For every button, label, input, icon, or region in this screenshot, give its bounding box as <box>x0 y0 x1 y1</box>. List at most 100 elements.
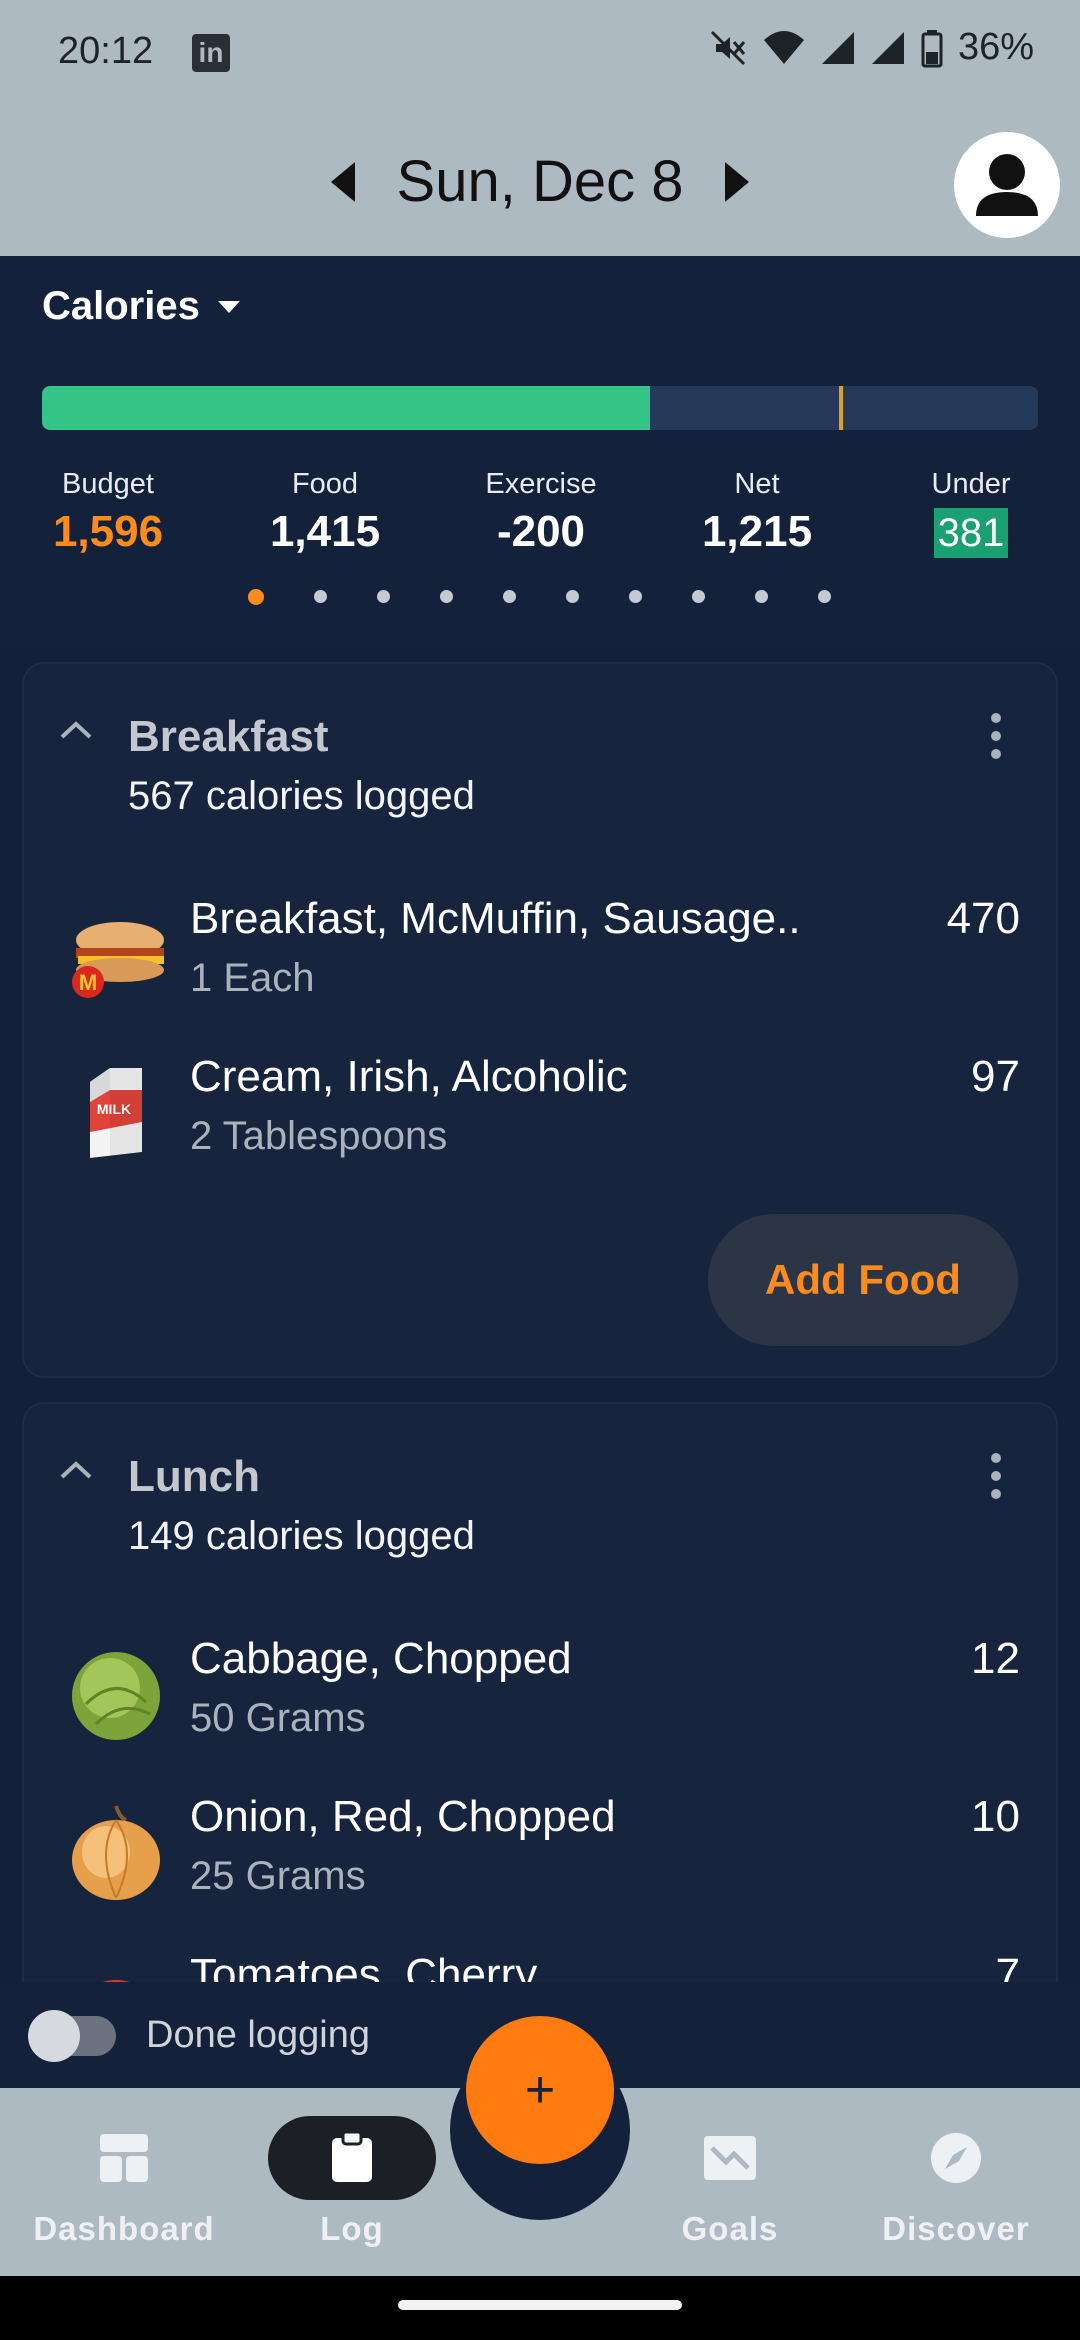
dropdown-arrow-icon <box>217 300 240 313</box>
stat-food: Food 1,415 <box>250 468 400 557</box>
done-logging-label: Done logging <box>146 2014 370 2056</box>
previous-day-button[interactable] <box>325 160 365 204</box>
page-dot[interactable] <box>440 590 453 603</box>
page-dot[interactable] <box>503 590 516 603</box>
food-calories: 470 <box>946 894 1020 943</box>
metric-dropdown[interactable]: Calories <box>42 284 242 329</box>
food-serving: 25 Grams <box>190 1854 366 1898</box>
svg-text:M: M <box>79 970 97 995</box>
more-options-icon[interactable] <box>988 1452 1004 1500</box>
nav-dashboard-label: Dashboard <box>33 2210 215 2247</box>
page-dot[interactable] <box>377 590 390 603</box>
stat-food-label: Food <box>291 468 359 500</box>
food-item[interactable]: Cabbage, Chopped 50 Grams 12 <box>24 1634 1060 1764</box>
nav-dashboard[interactable]: Dashboard <box>24 2128 224 2248</box>
status-bar: 20:12 in 36% <box>0 0 1080 110</box>
food-calories: 97 <box>971 1052 1020 1101</box>
tomato-icon <box>102 1980 130 1982</box>
home-gesture-handle[interactable] <box>398 2300 682 2310</box>
goals-icon <box>704 2136 756 2180</box>
profile-avatar[interactable] <box>954 132 1060 238</box>
status-icons: 36% <box>708 26 1034 69</box>
calorie-progress-bar <box>42 386 1038 430</box>
page-dot[interactable] <box>755 590 768 603</box>
food-item[interactable]: M Breakfast, McMuffin, Sausage.. 1 Each … <box>24 894 1060 1024</box>
stat-budget-value: 1,596 <box>52 507 164 556</box>
gesture-bar <box>0 2276 1080 2340</box>
food-name: Onion, Red, Chopped <box>190 1792 616 1841</box>
stat-net-label: Net <box>734 468 780 500</box>
linkedin-icon: in <box>192 34 230 72</box>
calorie-summary: Calories Budget 1,596 Food 1,415 Exercis… <box>0 256 1080 646</box>
page-dot[interactable] <box>248 589 264 605</box>
food-item[interactable]: Tomatoes, Cherry 7 <box>24 1950 1060 1982</box>
food-serving: 2 Tablespoons <box>190 1114 448 1158</box>
calorie-stats[interactable]: Budget 1,596 Food 1,415 Exercise -200 Ne… <box>0 468 1080 568</box>
food-name: Cream, Irish, Alcoholic <box>190 1052 628 1101</box>
compass-icon <box>931 2133 981 2183</box>
nav-discover[interactable]: Discover <box>856 2128 1056 2248</box>
progress-fill <box>42 386 650 430</box>
stat-net: Net 1,215 <box>682 468 832 557</box>
stat-under-label: Under <box>931 468 1011 500</box>
collapse-chevron-icon[interactable] <box>58 1460 94 1480</box>
meal-title: Lunch <box>128 1452 260 1501</box>
toggle-knob <box>28 2010 80 2062</box>
battery-icon <box>921 29 943 67</box>
nav-goals[interactable]: Goals <box>630 2128 830 2248</box>
nav-log[interactable]: Log <box>252 2116 452 2248</box>
date-header: Sun, Dec 8 <box>0 110 1080 256</box>
nav-log-active-pill <box>268 2116 436 2200</box>
nav-log-label: Log <box>320 2210 384 2247</box>
nav-goals-label: Goals <box>681 2210 779 2247</box>
add-entry-fab[interactable]: + <box>466 2016 614 2164</box>
food-calories: 7 <box>995 1950 1020 1982</box>
stat-budget-label: Budget <box>62 468 154 500</box>
food-item[interactable]: MILK Cream, Irish, Alcoholic 2 Tablespoo… <box>24 1052 1060 1182</box>
meal-card-breakfast: Breakfast 567 calories logged M Breakfas… <box>22 662 1058 1378</box>
clipboard-icon <box>332 2132 372 2182</box>
stat-net-value: 1,215 <box>701 507 813 556</box>
done-logging-toggle[interactable] <box>28 2010 116 2062</box>
food-calories: 12 <box>971 1634 1020 1683</box>
dashboard-icon <box>100 2134 148 2182</box>
stat-exercise-label: Exercise <box>485 468 597 500</box>
food-item[interactable]: Onion, Red, Chopped 25 Grams 10 <box>24 1792 1060 1922</box>
date-title[interactable]: Sun, Dec 8 <box>380 148 700 215</box>
onion-icon <box>72 1805 160 1900</box>
page-dot[interactable] <box>314 590 327 603</box>
status-time: 20:12 <box>58 30 154 72</box>
wifi-icon <box>763 30 804 64</box>
nav-discover-label: Discover <box>882 2210 1030 2247</box>
stat-budget: Budget 1,596 <box>38 468 178 557</box>
stat-exercise: Exercise -200 <box>466 468 616 557</box>
add-food-button[interactable]: Add Food <box>708 1214 1018 1346</box>
stat-exercise-value: -200 <box>496 507 586 556</box>
food-name: Cabbage, Chopped <box>190 1634 572 1683</box>
food-name: Breakfast, McMuffin, Sausage.. <box>190 894 801 943</box>
stat-under: Under 381 <box>906 468 1036 558</box>
food-serving: 50 Grams <box>190 1696 366 1740</box>
stat-under-value: 381 <box>933 508 1009 558</box>
budget-marker <box>838 386 843 430</box>
more-options-icon[interactable] <box>988 712 1004 760</box>
next-day-button[interactable] <box>715 160 755 204</box>
page-dot[interactable] <box>566 590 579 603</box>
page-dot[interactable] <box>692 590 705 603</box>
page-dot[interactable] <box>629 590 642 603</box>
cabbage-icon <box>72 1652 160 1740</box>
metric-label: Calories <box>42 284 200 328</box>
user-icon <box>976 154 1038 216</box>
mcmuffin-icon: M <box>72 922 164 998</box>
food-name: Tomatoes, Cherry <box>190 1950 538 1982</box>
food-calories: 10 <box>971 1792 1020 1841</box>
mute-icon <box>710 30 746 65</box>
collapse-chevron-icon[interactable] <box>58 720 94 740</box>
stat-food-value: 1,415 <box>269 507 381 556</box>
battery-percent: 36% <box>957 26 1034 68</box>
page-indicator[interactable] <box>248 589 831 605</box>
page-dot[interactable] <box>818 590 831 603</box>
meal-title: Breakfast <box>128 712 329 761</box>
meal-card-lunch: Lunch 149 calories logged Cabbage, Chopp… <box>22 1402 1058 1982</box>
meal-list[interactable]: Breakfast 567 calories logged M Breakfas… <box>0 646 1080 1982</box>
